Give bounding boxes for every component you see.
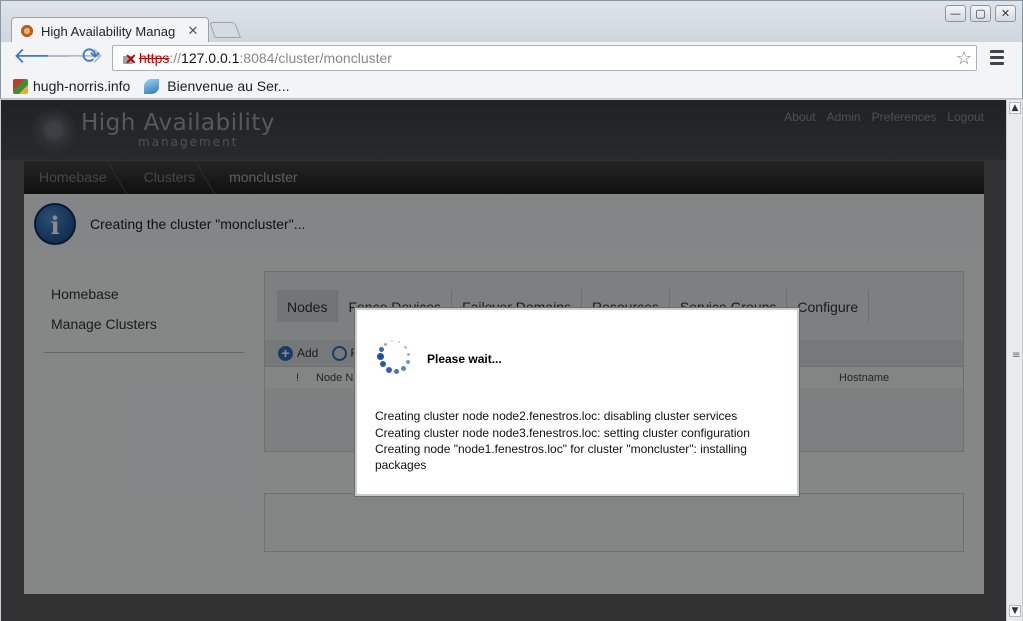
bookmark-star-icon[interactable]: ☆ (956, 48, 972, 69)
url-path: :8084/cluster/moncluster (239, 50, 392, 66)
bookmark-bienvenue[interactable]: Bienvenue au Ser... (144, 78, 289, 94)
favicon-icon (20, 24, 34, 38)
reload-icon[interactable]: ⟳ (79, 46, 103, 70)
bookmark-favicon-icon (13, 78, 28, 94)
close-window-button[interactable]: ✕ (995, 5, 1016, 22)
bookmark-hugh-norris[interactable]: hugh-norris.info (13, 78, 130, 94)
browser-tab[interactable]: High Availability Manag ✕ (11, 17, 209, 44)
minimize-button[interactable]: — (945, 5, 966, 22)
url-separator: :// (169, 50, 182, 66)
browser-toolbar: 🡐 🡒 ⟳ ✕ https://127.0.0.1:8084/cluster/m… (0, 42, 1023, 74)
dialog-title: Please wait... (427, 352, 502, 366)
url-scheme: https (139, 50, 170, 66)
url-host: 127.0.0.1 (181, 50, 240, 66)
broken-lock-icon[interactable]: ✕ (121, 50, 137, 67)
progress-log: Creating cluster node node2.fenestros.lo… (375, 409, 785, 474)
loading-spinner-icon (375, 338, 415, 378)
tab-title: High Availability Manag (41, 23, 176, 39)
scroll-grip-icon[interactable]: ≡ (1012, 350, 1020, 361)
please-wait-dialog: Please wait... Creating cluster node nod… (355, 308, 799, 496)
progress-line: Creating cluster node node3.fenestros.lo… (375, 425, 750, 440)
tab-close-icon[interactable]: ✕ (186, 24, 200, 39)
forward-arrow-icon[interactable]: 🡒 (45, 46, 104, 70)
back-arrow-icon[interactable]: 🡐 (13, 46, 72, 70)
bookmark-label: Bienvenue au Ser... (167, 78, 290, 94)
bookmarks-bar: hugh-norris.info Bienvenue au Ser... (0, 74, 1023, 99)
vertical-scrollbar[interactable]: ▲ ≡ ▼ (1006, 100, 1022, 621)
progress-line: Creating cluster node node2.fenestros.lo… (375, 409, 738, 423)
maximize-button[interactable]: ▢ (970, 5, 991, 22)
new-tab-button[interactable] (209, 22, 241, 38)
window-controls: — ▢ ✕ (945, 5, 1016, 22)
hamburger-menu-icon[interactable] (990, 50, 1004, 68)
browser-titlebar: High Availability Manag ✕ — ▢ ✕ (0, 0, 1023, 44)
bookmark-favicon-icon (144, 78, 160, 94)
scroll-up-icon[interactable]: ▲ (1009, 102, 1021, 114)
address-bar[interactable]: ✕ https://127.0.0.1:8084/cluster/monclus… (112, 45, 977, 71)
scroll-down-icon[interactable]: ▼ (1009, 605, 1021, 617)
bookmark-label: hugh-norris.info (33, 78, 131, 94)
progress-line: Creating node "node1.fenestros.loc" for … (375, 442, 747, 472)
